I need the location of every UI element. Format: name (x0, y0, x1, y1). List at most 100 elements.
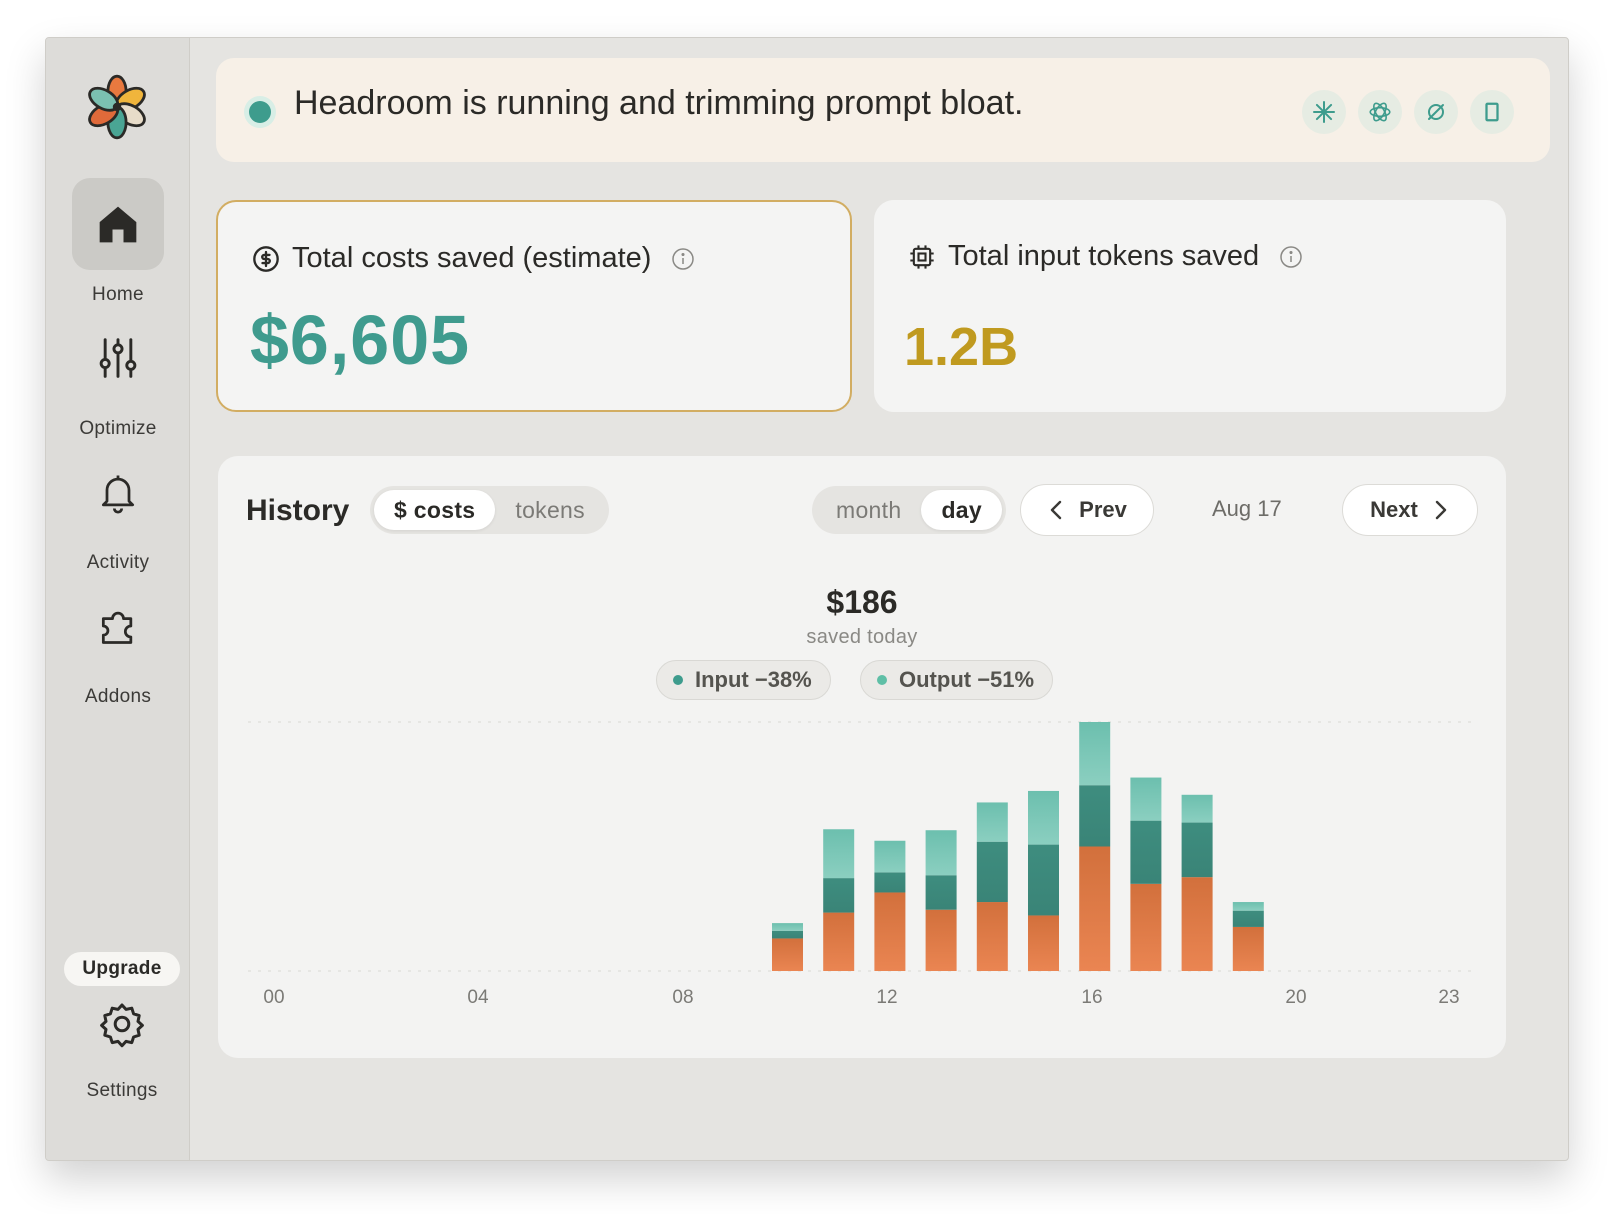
costs-saved-card: Total costs saved (estimate) $6,605 (216, 200, 852, 412)
date-label: Aug 17 (1212, 496, 1282, 521)
provider-gemini[interactable] (1470, 90, 1514, 134)
sliders-icon (99, 338, 137, 378)
metric-toggle: $ costs tokens (370, 486, 609, 534)
bar-17-series-0 (1130, 883, 1162, 971)
bar-10-series-0 (772, 938, 803, 971)
saved-today-label: saved today (806, 626, 918, 648)
sidebar-item-home[interactable]: Home (46, 178, 190, 306)
x-tick-label-04: 04 (467, 987, 489, 1008)
info-icon (1280, 245, 1302, 268)
bar-13-series-1 (925, 875, 957, 910)
legend-output-label: Output −51% (899, 667, 1035, 692)
metric-option-costs[interactable]: $ costs (374, 490, 496, 530)
provider-icons (1302, 90, 1514, 134)
bar-10-series-1 (772, 930, 803, 939)
history-chart: 00 04 08 12 16 20 23 (248, 721, 1476, 1008)
bar-18-series-1 (1181, 822, 1213, 878)
settings-label: Settings (86, 1080, 158, 1101)
sync-icon (1428, 104, 1444, 120)
bar-11-series-0 (823, 912, 855, 971)
saved-today-value: $186 (826, 584, 898, 620)
dollar-circle-icon (253, 245, 279, 272)
prev-label: Prev (1079, 497, 1127, 522)
sidebar-item-label: Addons (84, 686, 152, 707)
next-label: Next (1370, 497, 1418, 522)
x-tick-label-12: 12 (876, 987, 897, 1008)
status-indicator (244, 96, 276, 128)
bar-13-series-2 (925, 830, 957, 876)
range-toggle: month day (812, 486, 1006, 534)
bar-11-series-2 (823, 829, 855, 879)
history-title: History (246, 494, 350, 527)
legend-input-label: Input −38% (695, 667, 812, 692)
tokens-saved-card: Total input tokens saved 1.2B (874, 200, 1506, 412)
bar-13-series-0 (925, 909, 957, 971)
chevron-left-icon (1050, 500, 1062, 520)
status-text: Headroom is running and trimming prompt … (294, 84, 1024, 122)
headroom-logo-icon (88, 74, 146, 140)
costs-card-title: Total costs saved (estimate) (292, 242, 652, 274)
info-icon (672, 247, 695, 270)
x-tick-label-08: 08 (672, 987, 693, 1008)
bar-18-series-0 (1181, 877, 1213, 971)
bar-19-series-2 (1232, 902, 1264, 911)
costs-saved-value: $6,605 (250, 301, 471, 379)
bar-10-series-2 (772, 923, 803, 931)
bar-16-series-2 (1079, 722, 1111, 786)
x-tick-label-23: 23 (1438, 987, 1459, 1008)
sidebar-item-label: Home (92, 284, 144, 305)
bar-15-series-2 (1028, 790, 1059, 845)
prev-button[interactable]: Prev (1020, 484, 1154, 536)
metric-option-tokens[interactable]: tokens (495, 490, 605, 530)
bell-icon (101, 475, 135, 514)
openai-icon (1369, 102, 1391, 122)
provider-sync[interactable] (1414, 90, 1458, 134)
legend-input: Input −38% (656, 660, 831, 700)
bar-17-series-2 (1130, 777, 1162, 821)
sidebar-item-activity[interactable]: Activity (46, 446, 190, 574)
puzzle-icon (101, 611, 133, 644)
bar-14-series-0 (976, 902, 1008, 971)
next-button[interactable]: Next (1342, 484, 1478, 536)
bar-14-series-1 (976, 841, 1008, 903)
sidebar: Home Optimize Activity Addons Upgrade Se… (46, 38, 190, 1160)
home-icon (99, 206, 137, 243)
bar-19-series-0 (1232, 926, 1264, 971)
bar-15-series-0 (1028, 915, 1059, 971)
provider-claude[interactable] (1302, 90, 1346, 134)
bar-15-series-1 (1028, 844, 1059, 916)
bar-17-series-1 (1130, 820, 1162, 884)
x-tick-label-20: 20 (1285, 987, 1306, 1008)
status-banner: Headroom is running and trimming prompt … (216, 58, 1550, 162)
bar-11-series-1 (823, 878, 855, 913)
bar-16-series-0 (1079, 846, 1111, 971)
claude-icon (1313, 101, 1335, 123)
bar-12-series-1 (874, 872, 906, 893)
bar-16-series-1 (1079, 785, 1111, 847)
history-panel: 00 04 08 12 16 20 23 History $ costs tokens mo… (218, 456, 1506, 1058)
bar-12-series-2 (874, 840, 906, 873)
bar-14-series-2 (976, 802, 1008, 842)
bar-18-series-2 (1181, 794, 1213, 823)
sidebar-item-settings[interactable]: Settings (46, 978, 190, 1102)
bar-12-series-0 (874, 892, 906, 971)
provider-openai[interactable] (1358, 90, 1402, 134)
app-window: Home Optimize Activity Addons Upgrade Se… (45, 37, 1569, 1161)
bar-19-series-1 (1232, 910, 1264, 927)
range-option-month[interactable]: month (816, 490, 921, 530)
gemini-icon (1485, 102, 1499, 122)
x-tick-label-16: 16 (1081, 987, 1102, 1008)
sidebar-item-optimize[interactable]: Optimize (46, 312, 190, 440)
sidebar-item-label: Activity (86, 552, 150, 573)
chip-icon (910, 244, 934, 269)
tokens-saved-value: 1.2B (904, 317, 1019, 377)
legend-output: Output −51% (860, 660, 1054, 700)
chevron-right-icon (1435, 500, 1447, 520)
sidebar-item-addons[interactable]: Addons (46, 580, 190, 708)
legend-dot (673, 675, 683, 685)
x-tick-label-00: 00 (263, 987, 284, 1008)
range-option-day[interactable]: day (921, 490, 1002, 530)
legend-dot (877, 675, 887, 685)
gear-icon (100, 1003, 144, 1048)
tokens-card-title: Total input tokens saved (948, 240, 1260, 272)
